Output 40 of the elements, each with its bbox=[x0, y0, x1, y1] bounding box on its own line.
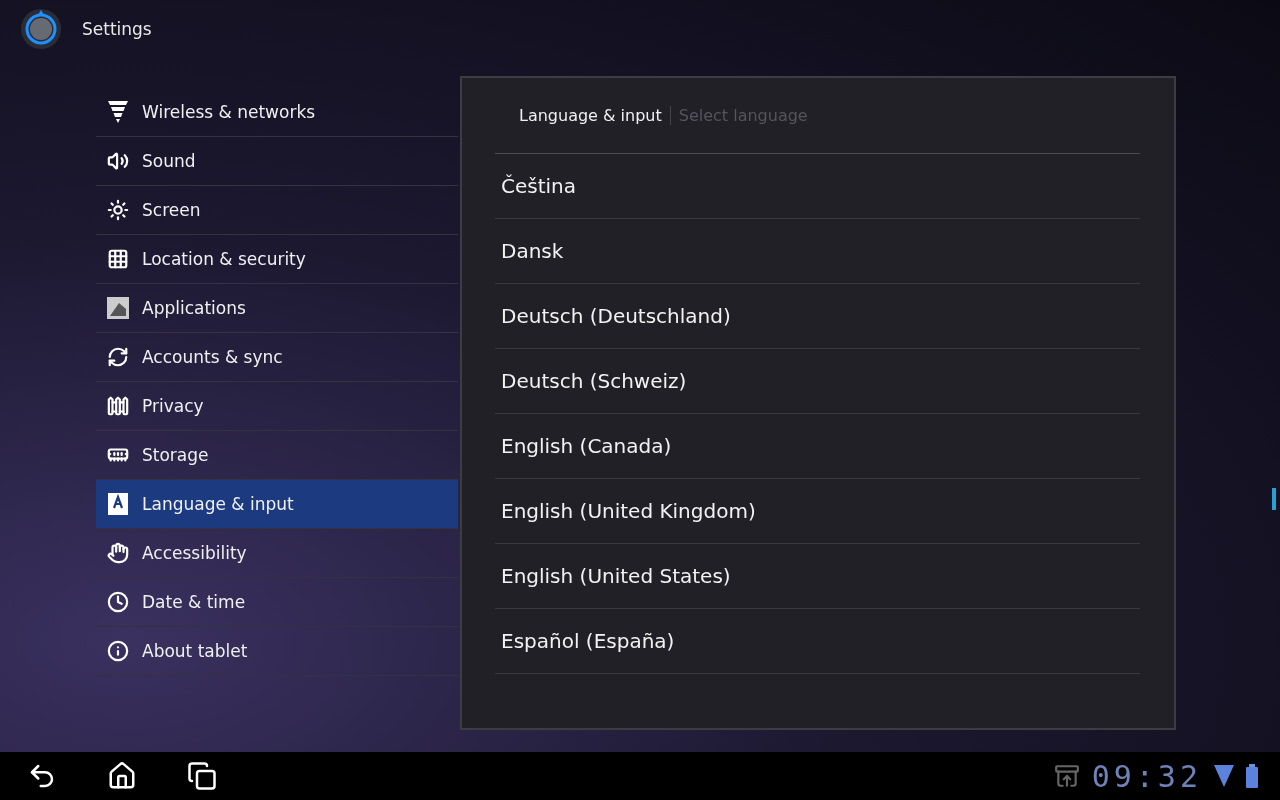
dot-grid-icon bbox=[107, 248, 129, 270]
brightness-icon bbox=[107, 199, 129, 221]
language-option[interactable]: English (Canada) bbox=[495, 414, 1140, 479]
sync-icon bbox=[107, 346, 129, 368]
fence-icon bbox=[107, 395, 129, 417]
applications-icon bbox=[107, 297, 129, 319]
clock-icon bbox=[107, 591, 129, 613]
home-icon bbox=[107, 761, 137, 791]
wifi-signal-icon bbox=[1214, 765, 1234, 787]
keyboard-letter-icon bbox=[108, 493, 128, 515]
download-tray-icon bbox=[1053, 763, 1080, 789]
breadcrumb-title: Language & input bbox=[519, 106, 671, 125]
app-title: Settings bbox=[82, 19, 152, 39]
language-option[interactable]: Deutsch (Deutschland) bbox=[495, 284, 1140, 349]
language-option[interactable]: English (United States) bbox=[495, 544, 1140, 609]
settings-category-item[interactable]: Wireless & networks bbox=[96, 88, 458, 137]
settings-category-item[interactable]: Accessibility bbox=[96, 529, 458, 578]
settings-category-item[interactable]: Date & time bbox=[96, 578, 458, 627]
info-icon bbox=[107, 640, 129, 662]
app-logo-icon[interactable] bbox=[20, 8, 62, 50]
language-option[interactable]: Dansk bbox=[495, 219, 1140, 284]
battery-icon bbox=[1246, 764, 1258, 788]
settings-category-item[interactable]: Applications bbox=[96, 284, 458, 333]
hand-icon bbox=[107, 542, 129, 564]
scroll-edge-glow bbox=[1272, 488, 1276, 510]
wireless-icon bbox=[108, 101, 128, 123]
sound-icon bbox=[107, 150, 129, 172]
settings-category-item[interactable]: Location & security bbox=[96, 235, 458, 284]
language-option[interactable]: English (United Kingdom) bbox=[495, 479, 1140, 544]
language-option[interactable]: Čeština bbox=[495, 154, 1140, 219]
settings-category-item[interactable]: Screen bbox=[96, 186, 458, 235]
settings-category-item[interactable]: Sound bbox=[96, 137, 458, 186]
settings-category-item[interactable]: Privacy bbox=[96, 382, 458, 431]
status-clock: 09:32 bbox=[1091, 758, 1202, 794]
language-option[interactable]: Deutsch (Schweiz) bbox=[495, 349, 1140, 414]
settings-category-item[interactable]: Language & input bbox=[96, 480, 458, 529]
settings-category-item[interactable]: About tablet bbox=[96, 627, 458, 676]
settings-category-item[interactable]: Accounts & sync bbox=[96, 333, 458, 382]
language-option[interactable]: Español (España) bbox=[495, 609, 1140, 674]
recent-apps-icon bbox=[187, 761, 217, 791]
